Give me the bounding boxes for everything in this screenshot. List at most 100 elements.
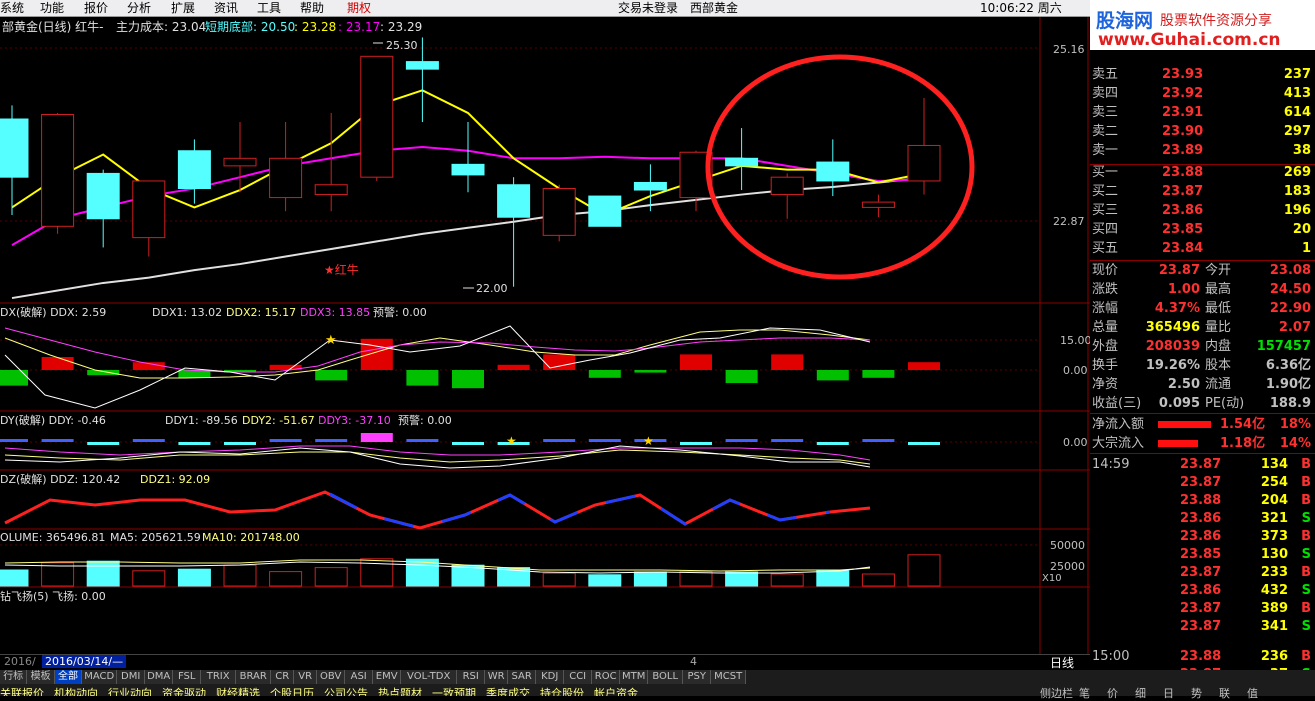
- indicator-tab[interactable]: 全部: [54, 670, 83, 684]
- stat-row: 涨跌 1.00 最高 24.50: [1090, 280, 1315, 299]
- quick-link[interactable]: 一致预期: [432, 685, 476, 696]
- menu-item-system[interactable]: 系统: [0, 0, 24, 16]
- indicator-tab[interactable]: CR: [271, 670, 295, 684]
- candle-body[interactable]: [633, 181, 667, 191]
- indicator-tab[interactable]: RSI: [457, 670, 486, 684]
- candle-body[interactable]: [725, 157, 759, 167]
- indicator-tab[interactable]: ROC: [592, 670, 621, 684]
- side-tab[interactable]: 价: [1107, 685, 1118, 701]
- menu-item-tools[interactable]: 工具: [257, 0, 281, 16]
- candle-body[interactable]: [542, 188, 576, 236]
- indicator-tab[interactable]: VOL-TDX: [401, 670, 458, 684]
- candle-body[interactable]: [269, 157, 303, 199]
- indicator-tab[interactable]: WR: [485, 670, 509, 684]
- side-tab[interactable]: 笔: [1079, 685, 1090, 701]
- side-tab[interactable]: 日: [1163, 685, 1174, 701]
- indicator-tab[interactable]: 模板: [27, 670, 55, 684]
- menu-item-quote[interactable]: 报价: [84, 0, 108, 16]
- indicator-tab[interactable]: OBV: [317, 670, 346, 684]
- period-label[interactable]: 日线: [1050, 654, 1074, 671]
- indicator-tab[interactable]: BRAR: [236, 670, 272, 684]
- date-band[interactable]: 2016/ 2016/03/14/— 4 日线: [0, 654, 1090, 670]
- menu-item-options[interactable]: 期权: [347, 0, 371, 16]
- candle-body[interactable]: [588, 195, 622, 227]
- quick-link[interactable]: 个股日历: [270, 685, 314, 696]
- indicator-tab[interactable]: VR: [294, 670, 318, 684]
- side-tab[interactable]: 势: [1191, 685, 1202, 701]
- candle-body[interactable]: [86, 172, 120, 220]
- candle-body[interactable]: [451, 163, 485, 176]
- indicator-tab[interactable]: TRIX: [201, 670, 237, 684]
- side-tab[interactable]: 值: [1247, 685, 1258, 701]
- ask-row[interactable]: 卖四 23.92 413: [1090, 84, 1315, 103]
- indicator-tab[interactable]: DMI: [117, 670, 146, 684]
- indicator-tab[interactable]: DMA: [145, 670, 174, 684]
- indicator-tab[interactable]: 行标: [0, 670, 28, 684]
- candle-body[interactable]: [41, 113, 75, 227]
- trade-price: 23.87: [1180, 601, 1222, 616]
- quick-link[interactable]: 公司公告: [324, 685, 368, 696]
- menu-item-help[interactable]: 帮助: [300, 0, 324, 16]
- bid-row[interactable]: 买四 23.85 20: [1090, 220, 1315, 239]
- ask-volume: 237: [1283, 67, 1311, 82]
- indicator-tab[interactable]: MTM: [620, 670, 649, 684]
- ask-row[interactable]: 卖五 23.93 237: [1090, 65, 1315, 84]
- candle-body[interactable]: [770, 176, 804, 196]
- ddx-bar: [497, 364, 530, 370]
- candle-body[interactable]: [223, 157, 257, 167]
- quick-link[interactable]: 财经精选: [216, 685, 260, 696]
- indicator-tab[interactable]: MCST: [711, 670, 747, 684]
- ddy-bar: [725, 439, 758, 442]
- ddx-bar: [816, 370, 849, 381]
- ask-row[interactable]: 卖二 23.90 297: [1090, 122, 1315, 141]
- menu-item-function[interactable]: 功能: [40, 0, 64, 16]
- indicator-tab[interactable]: ASI: [345, 670, 374, 684]
- login-status[interactable]: 交易未登录: [618, 0, 678, 16]
- candle-body[interactable]: [405, 61, 439, 70]
- indicator-tab[interactable]: KDJ: [536, 670, 565, 684]
- bid-row[interactable]: 买一 23.88 269: [1090, 163, 1315, 182]
- quick-link[interactable]: 资金驱动: [162, 685, 206, 696]
- stat-label-2: 最高: [1205, 282, 1232, 297]
- flow-row: 净流入额 1.54亿 18%: [1090, 415, 1315, 434]
- quick-link[interactable]: 季度成交: [486, 685, 530, 696]
- quick-link[interactable]: 行业动向: [108, 685, 152, 696]
- candles[interactable]: [0, 37, 941, 287]
- indicator-tab[interactable]: SAR: [508, 670, 537, 684]
- candle-body[interactable]: [0, 118, 29, 178]
- indicator-tab[interactable]: BOLL: [648, 670, 684, 684]
- side-tab[interactable]: 联: [1219, 685, 1230, 701]
- ask-row[interactable]: 卖三 23.91 614: [1090, 103, 1315, 122]
- candle-body[interactable]: [907, 144, 941, 182]
- candle-body[interactable]: [132, 180, 166, 239]
- quick-link[interactable]: 热点题材: [378, 685, 422, 696]
- kline-chart[interactable]: 部黄金(日线) 红牛- 主力成本: 23.04 短期底部: 20.50 : 23…: [0, 17, 1090, 654]
- bid-row[interactable]: 买三 23.86 196: [1090, 201, 1315, 220]
- volume-bar: [770, 573, 804, 587]
- quick-link[interactable]: 帐户资金: [594, 685, 638, 696]
- quick-link[interactable]: 关联报价: [0, 685, 44, 696]
- candle-body[interactable]: [314, 184, 348, 196]
- quick-link[interactable]: 持仓股份: [540, 685, 584, 696]
- ask-row[interactable]: 卖一 23.89 38: [1090, 141, 1315, 160]
- menu-item-info[interactable]: 资讯: [214, 0, 238, 16]
- side-tab[interactable]: 细: [1135, 685, 1146, 701]
- indicator-tab[interactable]: MACD: [82, 670, 118, 684]
- indicator-tab[interactable]: CCI: [564, 670, 593, 684]
- indicator-tab[interactable]: PSY: [683, 670, 712, 684]
- candle-body[interactable]: [497, 184, 531, 218]
- candle-body[interactable]: [861, 201, 895, 208]
- side-tab[interactable]: 侧边栏: [1040, 685, 1073, 701]
- ask-price: 23.92: [1162, 86, 1204, 101]
- menu-item-extend[interactable]: 扩展: [171, 0, 195, 16]
- quick-link[interactable]: 机构动向: [54, 685, 98, 696]
- candle-body[interactable]: [360, 55, 394, 178]
- indicator-tab[interactable]: FSL: [173, 670, 202, 684]
- bid-row[interactable]: 买五 23.84 1: [1090, 239, 1315, 258]
- indicator-tab[interactable]: EMV: [373, 670, 402, 684]
- flow-label: 大宗流入: [1092, 436, 1145, 451]
- bid-row[interactable]: 买二 23.87 183: [1090, 182, 1315, 201]
- menu-item-analysis[interactable]: 分析: [127, 0, 151, 16]
- candle-body[interactable]: [177, 150, 211, 190]
- candle-body[interactable]: [816, 161, 850, 182]
